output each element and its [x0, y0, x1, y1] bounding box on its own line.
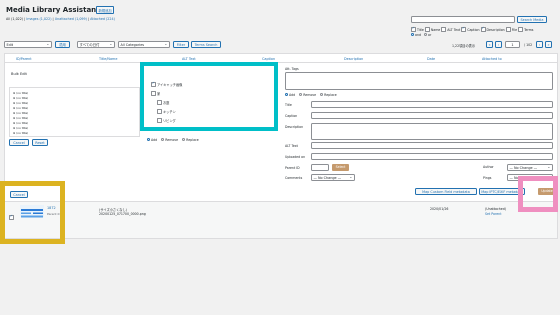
bulk-cancel-button[interactable]: Cancel	[9, 139, 29, 146]
search-field-alt[interactable]: ALT Text	[441, 26, 460, 32]
list-item[interactable]: ⊗ (no title)	[13, 106, 28, 110]
items-count: 1,22項目の表示	[452, 44, 476, 48]
field-description-input[interactable]	[311, 123, 553, 140]
filter-button[interactable]: Filter	[173, 41, 189, 48]
search-field-file[interactable]: File	[505, 26, 517, 32]
table-row: 1872 Parent:0 (サイズ小さくなし) 20200125_071700…	[4, 201, 558, 239]
field-alt-input[interactable]	[311, 142, 553, 149]
list-item[interactable]: ⊗ (no title)	[13, 91, 28, 95]
parent-id-label: Parent ID	[285, 166, 300, 170]
filter-all[interactable]: All (1,022)	[6, 17, 23, 21]
filter-unattached[interactable]: Unattached (1,099)	[55, 17, 87, 21]
list-item[interactable]: ⊗ (no title)	[13, 101, 28, 105]
pink-highlight-box	[518, 176, 558, 212]
add-new-button[interactable]: 新規追加	[96, 6, 115, 15]
row-date: 2020/01/26	[430, 207, 449, 211]
list-item[interactable]: ⊗ (no title)	[13, 111, 28, 115]
search-input[interactable]	[411, 16, 515, 23]
list-item[interactable]: ⊗ (no title)	[13, 131, 28, 135]
radio-replace[interactable]	[320, 93, 324, 97]
column-attached-to[interactable]: Attached to	[482, 57, 502, 61]
row-attached: (Unattached)	[485, 207, 507, 211]
first-page-button[interactable]: «	[486, 41, 493, 48]
column-alt-text[interactable]: ALT Text	[182, 57, 196, 61]
checkbox-icon[interactable]	[505, 26, 511, 32]
radio-add[interactable]	[147, 138, 150, 142]
search-field-terms[interactable]: Terms	[518, 26, 533, 32]
filter-images[interactable]: Images (1,022)	[26, 17, 51, 21]
checkbox-icon[interactable]	[480, 26, 486, 32]
next-page-button[interactable]: ›	[536, 41, 543, 48]
bulk-edit-file-list: ⊗ (no title) ⊗ (no title) ⊗ (no title) ⊗…	[9, 87, 140, 137]
search-field-description[interactable]: Description	[480, 26, 505, 32]
checkbox-icon[interactable]	[518, 26, 524, 32]
last-page-button[interactable]: »	[545, 41, 552, 48]
column-description[interactable]: Description	[344, 57, 363, 61]
field-title-input[interactable]	[311, 101, 553, 108]
field-uploaded-input[interactable]	[311, 153, 553, 160]
search-fields: Title Name ALT Text Caption Description …	[411, 26, 533, 32]
att-tags-textarea[interactable]	[285, 72, 553, 90]
category-filter-select[interactable]: All Categories	[118, 41, 170, 48]
search-connector: and or	[411, 33, 431, 37]
list-item[interactable]: ⊗ (no title)	[13, 121, 28, 125]
bulk-action-select[interactable]: Edit	[4, 41, 52, 48]
comments-label: Comments	[285, 176, 303, 180]
filter-links: All (1,022) | Images (1,022) | Unattache…	[6, 17, 115, 21]
date-filter-select[interactable]: すべての日付	[77, 41, 115, 48]
list-item[interactable]: ⊗ (no title)	[13, 116, 28, 120]
checkbox-icon[interactable]	[424, 26, 430, 32]
checkbox-icon[interactable]	[461, 26, 467, 32]
bulk-reset-button[interactable]: Reset	[32, 139, 48, 146]
att-tags-label: Att. Tags	[285, 67, 299, 71]
radio-replace[interactable]	[182, 138, 186, 142]
column-caption[interactable]: Caption	[262, 57, 275, 61]
author-select[interactable]: — No Change —	[507, 164, 553, 171]
comments-select[interactable]: — No Change —	[311, 174, 355, 181]
column-id-parent[interactable]: ID/Parent	[16, 57, 32, 61]
field-caption-input[interactable]	[311, 112, 553, 119]
bulk-edit-heading: Bulk Edit	[11, 72, 27, 76]
radio-add[interactable]	[285, 93, 288, 97]
terms-search-button[interactable]: Terms Search	[191, 41, 221, 48]
list-item[interactable]: ⊗ (no title)	[13, 126, 28, 130]
total-pages: / 102	[524, 43, 533, 47]
list-item[interactable]: ⊗ (no title)	[13, 96, 28, 100]
radio-remove[interactable]	[299, 93, 303, 97]
column-title-name[interactable]: Title/Name	[99, 57, 117, 61]
apply-button[interactable]: 適用	[55, 41, 70, 48]
radio-and[interactable]	[411, 33, 414, 37]
current-page-input[interactable]: 1	[505, 41, 520, 48]
field-alt-label: ALT Text	[285, 144, 298, 148]
gold-highlight-box	[0, 181, 65, 244]
parent-id-input[interactable]	[311, 164, 329, 171]
author-label: Author	[483, 165, 494, 169]
radio-remove[interactable]	[161, 138, 165, 142]
field-title-label: Title	[285, 103, 292, 107]
search-media-button[interactable]: Search Media	[517, 16, 547, 23]
checkbox-icon[interactable]	[441, 26, 447, 32]
filter-attached[interactable]: Attached (224)	[90, 17, 115, 21]
checkbox-icon[interactable]	[411, 26, 416, 32]
row-filename: 20200125_071700_0000.png	[99, 212, 146, 216]
set-parent-link[interactable]: Set Parent	[485, 212, 501, 216]
map-custom-field-button[interactable]: Map Custom Field metadata	[415, 188, 477, 195]
radio-or[interactable]	[424, 33, 428, 37]
search-field-caption[interactable]: Caption	[461, 26, 480, 32]
search-field-name[interactable]: Name	[424, 26, 440, 32]
category-mode: Add Remove Replace	[147, 138, 199, 142]
select-parent-button[interactable]: Select	[332, 164, 349, 171]
field-caption-label: Caption	[285, 114, 298, 118]
column-date[interactable]: Date	[427, 57, 435, 61]
prev-page-button[interactable]: ‹	[495, 41, 502, 48]
bulk-edit-panel: Bulk Edit ⊗ (no title) ⊗ (no title) ⊗ (n…	[4, 62, 558, 202]
page-title: Media Library Assistant	[6, 6, 100, 14]
tag-mode: Add Remove Replace	[285, 93, 337, 97]
cyan-highlight-box	[140, 62, 278, 131]
field-uploaded-label: Uploaded on	[285, 155, 306, 159]
pings-label: Pings	[483, 176, 492, 180]
field-description-label: Description	[285, 125, 304, 129]
search-field-title[interactable]: Title	[411, 26, 424, 32]
